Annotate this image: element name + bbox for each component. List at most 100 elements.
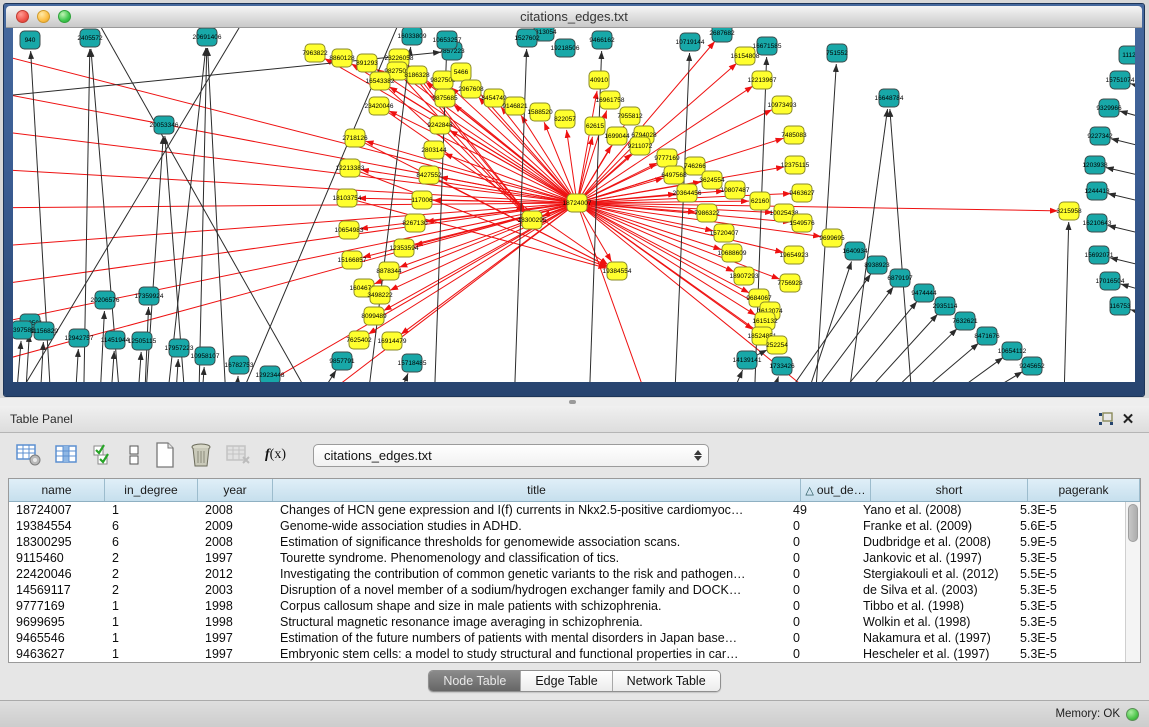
graph-edge[interactable]	[440, 125, 524, 212]
graph-node[interactable]	[139, 287, 159, 305]
graph-node[interactable]	[1085, 156, 1105, 174]
table-row[interactable]: 946362711997Embryonic stem cells: a mode…	[9, 646, 1125, 662]
table-row[interactable]: 969969511998Structural magnetic resonanc…	[9, 614, 1125, 630]
graph-node[interactable]	[260, 366, 280, 382]
graph-edge[interactable]	[98, 311, 104, 382]
graph-edge[interactable]	[198, 48, 207, 382]
graph-node[interactable]	[757, 37, 777, 55]
modify-table-icon[interactable]	[16, 442, 42, 468]
graph-node[interactable]	[370, 72, 390, 90]
graph-node[interactable]	[585, 117, 605, 135]
graph-node[interactable]	[735, 47, 755, 65]
table-row[interactable]: 1872400712008Changes of HCN gene express…	[9, 502, 1125, 518]
row-height-icon[interactable]	[127, 442, 141, 468]
graph-node[interactable]	[555, 39, 575, 57]
graph-node[interactable]	[370, 286, 390, 304]
graph-edge[interactable]	[1106, 167, 1135, 183]
graph-node[interactable]	[607, 262, 627, 280]
graph-node[interactable]	[607, 127, 627, 145]
graph-node[interactable]	[229, 356, 249, 374]
vertical-scrollbar[interactable]	[1125, 502, 1140, 662]
graph-node[interactable]	[567, 194, 587, 212]
panel-split-divider[interactable]	[0, 398, 1149, 406]
graph-node[interactable]	[1110, 71, 1130, 89]
graph-node[interactable]	[752, 71, 772, 89]
graph-node[interactable]	[879, 89, 899, 107]
graph-node[interactable]	[867, 256, 887, 274]
column-header-name[interactable]: name	[9, 479, 105, 501]
graph-node[interactable]	[890, 269, 910, 287]
graph-edge[interactable]	[293, 370, 336, 382]
column-header-year[interactable]: year	[198, 479, 273, 501]
graph-node[interactable]	[95, 291, 115, 309]
graph-node[interactable]	[424, 141, 444, 159]
graph-edge[interactable]	[208, 48, 228, 382]
graph-node[interactable]	[349, 331, 369, 349]
graph-edge[interactable]	[1130, 310, 1135, 324]
graph-node[interactable]	[750, 192, 770, 210]
graph-edge[interactable]	[1111, 139, 1135, 154]
graph-node[interactable]	[402, 28, 422, 45]
graph-node[interactable]	[451, 63, 471, 81]
graph-node[interactable]	[792, 214, 812, 232]
graph-node[interactable]	[1002, 342, 1022, 360]
network-canvas[interactable]: 1872400779638228860128891293232260589827…	[13, 28, 1135, 382]
delete-attribute-icon[interactable]	[189, 442, 213, 468]
graph-edge[interactable]	[825, 314, 938, 382]
graph-node[interactable]	[379, 262, 399, 280]
graph-node[interactable]	[680, 33, 700, 51]
tab-edge-table[interactable]: Edge Table	[521, 671, 612, 691]
column-header-short[interactable]: short	[871, 479, 1028, 501]
graph-node[interactable]	[412, 191, 432, 209]
table-select-dropdown[interactable]: citations_edges.txt	[313, 444, 709, 467]
graph-node[interactable]	[772, 96, 792, 114]
show-column-icon[interactable]	[55, 442, 79, 468]
graph-node[interactable]	[1022, 357, 1042, 375]
graph-node[interactable]	[437, 31, 457, 49]
graph-node[interactable]	[712, 28, 732, 42]
graph-node[interactable]	[342, 251, 362, 269]
function-builder-icon[interactable]: f(x)	[265, 442, 286, 468]
graph-node[interactable]	[734, 267, 754, 285]
graph-node[interactable]	[1089, 246, 1109, 264]
graph-node[interactable]	[785, 156, 805, 174]
column-header-pagerank[interactable]: pagerank	[1028, 479, 1140, 501]
graph-node[interactable]	[592, 31, 612, 49]
graph-node[interactable]	[1087, 214, 1107, 232]
graph-node[interactable]	[169, 339, 189, 357]
table-row[interactable]: 1938455462009Genome-wide association stu…	[9, 518, 1125, 534]
graph-edge[interactable]	[793, 261, 852, 382]
graph-node[interactable]	[722, 244, 742, 262]
graph-node[interactable]	[69, 329, 89, 347]
graph-node[interactable]	[1110, 297, 1130, 315]
graph-node[interactable]	[737, 351, 757, 369]
graph-node[interactable]	[697, 204, 717, 222]
graph-node[interactable]	[369, 97, 389, 115]
graph-edge[interactable]	[135, 352, 141, 382]
graph-node[interactable]	[784, 126, 804, 144]
graph-edge[interactable]	[758, 376, 779, 382]
graph-node[interactable]	[714, 224, 734, 242]
graph-node[interactable]	[1087, 182, 1107, 200]
graph-edge[interactable]	[1120, 111, 1135, 126]
graph-node[interactable]	[589, 71, 609, 89]
graph-node[interactable]	[657, 149, 677, 167]
graph-node[interactable]	[630, 137, 650, 155]
graph-edge[interactable]	[13, 203, 577, 368]
graph-node[interactable]	[1099, 99, 1119, 117]
graph-node[interactable]	[394, 239, 414, 257]
column-header-title[interactable]: title	[273, 479, 801, 501]
graph-edge[interactable]	[1130, 84, 1135, 98]
graph-node[interactable]	[154, 116, 174, 134]
graph-node[interactable]	[20, 31, 40, 49]
graph-edge[interactable]	[845, 329, 957, 382]
graph-node[interactable]	[382, 332, 402, 350]
table-row[interactable]: 911546021997Tourette syndrome. Phenomeno…	[9, 550, 1125, 566]
graph-node[interactable]	[822, 229, 842, 247]
graph-node[interactable]	[600, 91, 620, 109]
graph-edge[interactable]	[813, 64, 836, 382]
table-row[interactable]: 1456911722003Disruption of a novel membe…	[9, 582, 1125, 598]
divider-grip-icon[interactable]	[569, 400, 576, 404]
column-header-in_degree[interactable]: in_degree	[105, 479, 198, 501]
graph-node[interactable]	[337, 189, 357, 207]
